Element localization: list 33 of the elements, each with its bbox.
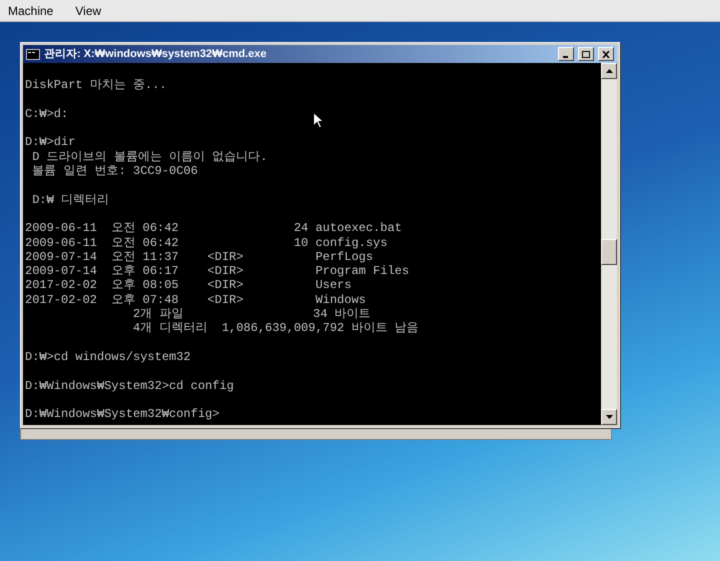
- console-line: 볼륨 일련 번호: 3CC9-0C06: [31, 164, 198, 178]
- mouse-pointer-icon: [313, 112, 324, 129]
- menu-item[interactable]: Machine: [8, 2, 54, 20]
- console-line: 2017-02-02 오후 07:48 <DIR> Windows: [25, 292, 366, 308]
- console-line: D:₩ 디렉터리: [31, 192, 110, 207]
- down-arrow-icon: [606, 415, 612, 419]
- console-line: D:₩>dir: [25, 135, 76, 150]
- scroll-up-button[interactable]: [601, 63, 617, 79]
- close-button[interactable]: [598, 47, 614, 61]
- console-line: DiskPart 마치는 중...: [25, 78, 167, 93]
- console-line: D:₩>cd windows/system32: [25, 350, 191, 364]
- console-line: 2009-07-14 오후 06:17 <DIR> Program Files: [25, 264, 410, 278]
- console-line: 2009-07-14 오전 11:37 <DIR> PerfLogs: [25, 250, 374, 264]
- minimize-button[interactable]: [558, 47, 574, 61]
- console-line: 4개 디렉터리 1,086,639,009,792 바이트 남음: [132, 321, 419, 336]
- console-line: 2009-06-11 오전 06:42 10 config.sys: [25, 236, 388, 250]
- console-line: D:₩Windows₩System32₩config>: [25, 407, 220, 422]
- console-line: 2개 파일 34 바이트: [132, 307, 371, 322]
- menu-item[interactable]: View: [75, 2, 102, 20]
- console-line: D 드라이브의 볼륨에는 이름이 없습니다.: [31, 150, 268, 164]
- window-title: 관리자: X:₩windows₩system32₩cmd.exe: [44, 46, 268, 62]
- scroll-thumb[interactable]: [601, 239, 617, 265]
- scroll-down-button[interactable]: [601, 409, 617, 425]
- scrollbar[interactable]: [601, 63, 617, 425]
- maximize-icon: [582, 50, 590, 58]
- console-line: D:₩Windows₩System32>cd config: [25, 378, 234, 393]
- up-arrow-icon: [606, 69, 612, 73]
- console-line: 2017-02-02 오후 08:05 <DIR> Users: [25, 278, 352, 293]
- console-line: C:₩>d:: [25, 106, 68, 122]
- maximize-button[interactable]: [578, 47, 594, 61]
- console-line: 2009-06-11 오전 06:42 24 autoexec.bat: [25, 221, 402, 236]
- console-icon: [26, 48, 40, 60]
- close-icon: [602, 50, 610, 58]
